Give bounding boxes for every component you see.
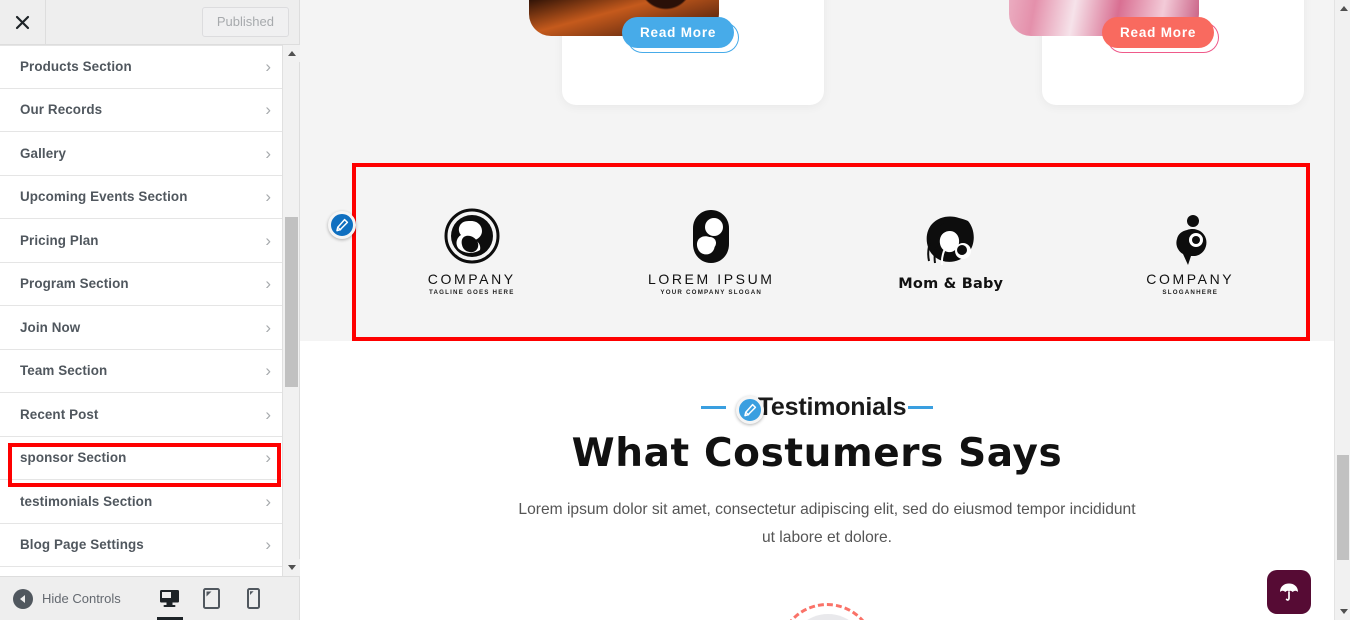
chevron-right-icon: ›	[265, 57, 271, 77]
sidebar-item-gallery[interactable]: Gallery ›	[0, 132, 299, 176]
site-preview: Read More Read More COMPANY TAGLINE GOES…	[300, 0, 1350, 620]
sponsor-logo-tagline: TAGLINE GOES HERE	[428, 289, 515, 296]
eyebrow-dash-right	[908, 406, 934, 409]
sidebar-item-label: Products Section	[20, 59, 132, 75]
blog-cards-strip: Read More Read More	[300, 0, 1350, 110]
testimonials-eyebrow: Testimonials	[300, 393, 1334, 422]
collapse-left-icon	[13, 588, 33, 609]
sidebar-item-label: testimonials Section	[20, 493, 153, 509]
chevron-right-icon: ›	[265, 100, 271, 120]
sponsor-logo-company-sloganhere[interactable]: COMPANY SLOGANHERE	[1071, 208, 1311, 296]
sponsor-logo-name: Mom & Baby	[898, 275, 1004, 292]
header-spacer	[46, 0, 202, 44]
testimonials-eyebrow-label: Testimonials	[757, 393, 907, 421]
scroll-to-top-button[interactable]	[1267, 570, 1311, 614]
desktop-icon[interactable]	[155, 584, 185, 620]
chevron-right-icon: ›	[265, 317, 271, 337]
sidebar-item-pricing-plan[interactable]: Pricing Plan ›	[0, 219, 299, 263]
chevron-right-icon: ›	[265, 143, 271, 163]
parent-child-abstract-logo-icon	[1167, 208, 1213, 266]
blog-card[interactable]: Read More	[1009, 0, 1304, 105]
preview-scrollbar-thumb[interactable]	[1337, 455, 1349, 560]
scroll-up-arrow-icon[interactable]	[1335, 0, 1350, 17]
testimonials-section: Testimonials What Costumers Says Lorem i…	[300, 341, 1334, 620]
scroll-down-arrow-icon[interactable]	[283, 559, 300, 576]
sidebar-scrollbar-thumb[interactable]	[285, 217, 298, 387]
sponsor-logo-row: COMPANY TAGLINE GOES HERE LOREM IPSUM YO…	[352, 163, 1310, 341]
mom-and-baby-circle-logo-icon	[920, 213, 982, 271]
chevron-right-icon: ›	[265, 361, 271, 381]
chevron-right-icon: ›	[265, 535, 271, 555]
edit-pencil-icon[interactable]	[736, 396, 764, 424]
sidebar-item-label: Our Records	[20, 102, 103, 118]
scroll-to-top-icon	[1280, 583, 1298, 601]
sidebar-item-upcoming-events-section[interactable]: Upcoming Events Section ›	[0, 175, 299, 219]
sponsor-logo-tagline: YOUR COMPANY SLOGAN	[660, 289, 763, 296]
sponsor-logo-company-tagline[interactable]: COMPANY TAGLINE GOES HERE	[352, 208, 592, 296]
sidebar-item-products-section[interactable]: Products Section ›	[0, 45, 299, 89]
sidebar-item-label: Blog Page Settings	[20, 537, 144, 553]
mother-holding-baby-logo-icon	[686, 208, 736, 266]
sponsor-logo-tagline: SLOGANHERE	[1162, 289, 1219, 296]
sidebar-item-label: Recent Post	[20, 406, 99, 422]
sidebar-item-sponsor-section[interactable]: sponsor Section ›	[0, 436, 299, 480]
blog-card[interactable]: Read More	[529, 0, 824, 105]
sidebar-item-label: sponsor Section	[20, 450, 127, 466]
testimonials-title: What Costumers Says	[571, 431, 1063, 476]
sidebar-item-team-section[interactable]: Team Section ›	[0, 349, 299, 393]
sponsor-logo-name: LOREM IPSUM	[647, 271, 775, 287]
sponsor-logo-name: COMPANY	[1146, 271, 1235, 287]
customizer-footer: Hide Controls	[0, 576, 299, 620]
chevron-right-icon: ›	[265, 187, 271, 207]
hide-controls-label: Hide Controls	[42, 591, 121, 606]
customizer-header: Published	[0, 0, 299, 45]
preview-scrollbar[interactable]	[1334, 0, 1350, 620]
edit-pencil-icon[interactable]	[328, 211, 356, 239]
sidebar-item-blog-page-settings[interactable]: Blog Page Settings ›	[0, 523, 299, 567]
sidebar-item-label: Program Section	[20, 276, 129, 292]
sponsor-section: COMPANY TAGLINE GOES HERE LOREM IPSUM YO…	[352, 163, 1310, 341]
chevron-right-icon: ›	[265, 448, 271, 468]
close-icon[interactable]	[0, 0, 46, 44]
scroll-down-arrow-icon[interactable]	[1335, 603, 1350, 620]
chevron-right-icon: ›	[265, 274, 271, 294]
sidebar-item-our-records[interactable]: Our Records ›	[0, 88, 299, 132]
sidebar-item-testimonials-section[interactable]: testimonials Section ›	[0, 480, 299, 524]
sidebar-scrollbar[interactable]	[282, 45, 300, 576]
sidebar-item-label: Upcoming Events Section	[20, 189, 188, 205]
customizer-sections-list: Products Section › Our Records › Gallery…	[0, 45, 299, 576]
sidebar-item-label: Join Now	[20, 319, 81, 335]
circle-mother-baby-logo-icon	[441, 208, 503, 266]
sponsor-logo-mom-and-baby[interactable]: Mom & Baby	[831, 213, 1071, 292]
sponsor-logo-lorem-ipsum[interactable]: LOREM IPSUM YOUR COMPANY SLOGAN	[592, 208, 832, 296]
sidebar-item-program-section[interactable]: Program Section ›	[0, 262, 299, 306]
sidebar-item-label: Pricing Plan	[20, 232, 99, 248]
eyebrow-dash-left	[700, 406, 726, 409]
sponsor-logo-name: COMPANY	[427, 271, 516, 287]
customizer-screen: Published Products Section › Our Records…	[0, 0, 1366, 620]
customizer-sidebar: Published Products Section › Our Records…	[0, 0, 300, 620]
testimonial-avatar	[778, 603, 876, 620]
chevron-right-icon: ›	[265, 404, 271, 424]
sidebar-item-label: Team Section	[20, 363, 108, 379]
sidebar-item-recent-post[interactable]: Recent Post ›	[0, 393, 299, 437]
chevron-right-icon: ›	[265, 491, 271, 511]
hide-controls-button[interactable]: Hide Controls	[13, 588, 121, 609]
testimonials-description: Lorem ipsum dolor sit amet, consectetur …	[518, 501, 1136, 546]
mobile-icon[interactable]	[239, 584, 269, 614]
read-more-button[interactable]: Read More	[622, 17, 735, 48]
read-more-button[interactable]: Read More	[1102, 17, 1215, 48]
scroll-up-arrow-icon[interactable]	[283, 45, 300, 62]
device-preview-switcher	[155, 584, 269, 620]
publish-button[interactable]: Published	[201, 7, 289, 37]
sidebar-item-label: Gallery	[20, 145, 67, 161]
sidebar-item-join-now[interactable]: Join Now ›	[0, 306, 299, 350]
tablet-icon[interactable]	[197, 584, 227, 614]
chevron-right-icon: ›	[265, 230, 271, 250]
